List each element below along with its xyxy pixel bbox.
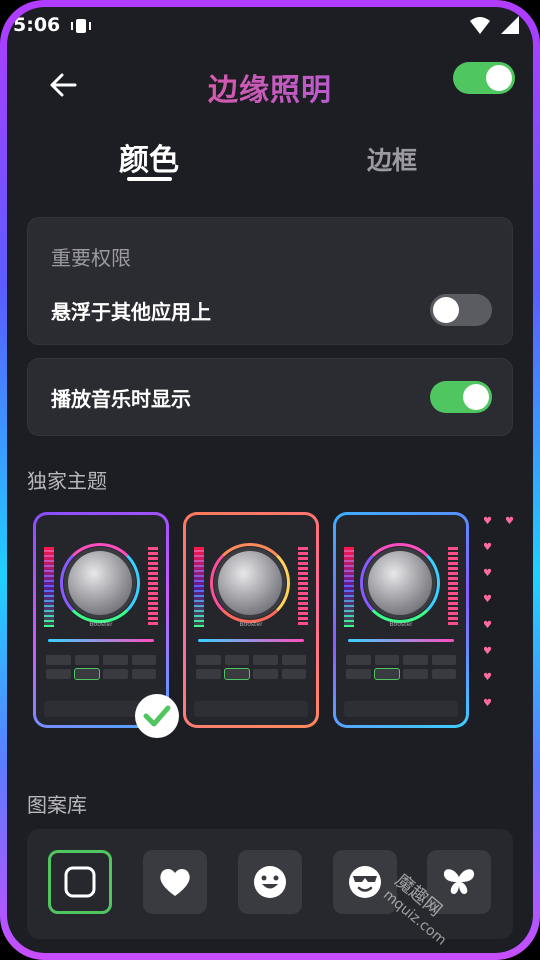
pattern-heart[interactable] (143, 850, 207, 914)
permissions-card: 重要权限 悬浮于其他应用上 (27, 217, 513, 345)
signal-icon (501, 16, 519, 34)
equalizer-bars (44, 547, 54, 627)
booster-label: Booster (89, 621, 113, 628)
wifi-icon (470, 17, 490, 34)
theme-card-2[interactable]: Booster (183, 512, 319, 728)
rounded-square-icon (64, 866, 96, 898)
preset-buttons (196, 655, 306, 680)
selected-check-icon (135, 694, 179, 738)
heart-icon (160, 868, 190, 896)
toggle-knob (433, 297, 459, 323)
theme-preview: Booster (186, 515, 316, 725)
overlay-toggle[interactable] (430, 294, 492, 326)
butterfly-icon (443, 869, 475, 894)
player-bar (194, 701, 308, 717)
volume-slider (198, 639, 304, 642)
booster-knob (68, 551, 132, 615)
pattern-rounded-square[interactable] (48, 850, 112, 914)
heart-icon: ♥ (483, 672, 492, 683)
themes-title: 独家主题 (27, 469, 107, 493)
theme-card-4[interactable]: ♥ ♥ ♥ ♥ ♥ ♥ ♥ ♥ ♥ (481, 512, 533, 728)
master-toggle[interactable] (453, 62, 515, 94)
booster-knob (368, 551, 432, 615)
volume-slider (348, 639, 454, 642)
theme-card-3[interactable]: Booster (333, 512, 469, 728)
edge-lighting-frame: 5:06 边缘照明 颜色 边框 重要权限 悬浮于其他应用上 播放音乐时显示 独家… (0, 0, 540, 960)
heart-icon: ♥ (483, 594, 492, 605)
player-bar (344, 701, 458, 717)
music-label: 播放音乐时显示 (51, 387, 191, 411)
theme-preview: Booster (336, 515, 466, 725)
tab-color[interactable]: 颜色 (119, 135, 179, 179)
status-time: 5:06 (13, 14, 61, 36)
equalizer-bars (344, 547, 354, 627)
screen: 5:06 边缘照明 颜色 边框 重要权限 悬浮于其他应用上 播放音乐时显示 独家… (7, 7, 533, 953)
heart-icon: ♥ (505, 516, 514, 527)
volume-slider (48, 639, 154, 642)
preset-buttons (46, 655, 156, 680)
heart-icon: ♥ (483, 516, 492, 527)
heart-icon: ♥ (483, 646, 492, 657)
status-bar: 5:06 (7, 7, 533, 47)
equalizer-bars (298, 547, 308, 627)
patterns-title: 图案库 (27, 793, 87, 817)
pattern-smiley[interactable] (238, 850, 302, 914)
vibrate-icon (71, 19, 91, 33)
booster-label: Booster (389, 621, 413, 628)
booster-label: Booster (239, 621, 263, 628)
heart-icon: ♥ (483, 620, 492, 631)
tab-active-indicator (127, 177, 172, 181)
heart-icon: ♥ (483, 698, 492, 709)
theme-preview: Booster (36, 515, 166, 725)
smiley-icon (254, 866, 286, 898)
equalizer-bars (448, 547, 458, 627)
heart-icon: ♥ (483, 568, 492, 579)
heart-icon: ♥ (483, 542, 492, 553)
booster-knob (218, 551, 282, 615)
equalizer-bars (194, 547, 204, 627)
cool-face-icon (349, 866, 381, 898)
tab-border[interactable]: 边框 (367, 141, 417, 177)
equalizer-bars (148, 547, 158, 627)
toggle-knob (463, 384, 489, 410)
music-toggle[interactable] (430, 381, 492, 413)
permissions-subtitle: 重要权限 (51, 246, 131, 270)
toggle-knob (486, 65, 512, 91)
music-card: 播放音乐时显示 (27, 358, 513, 436)
preset-buttons (346, 655, 456, 680)
overlay-label: 悬浮于其他应用上 (51, 300, 211, 324)
